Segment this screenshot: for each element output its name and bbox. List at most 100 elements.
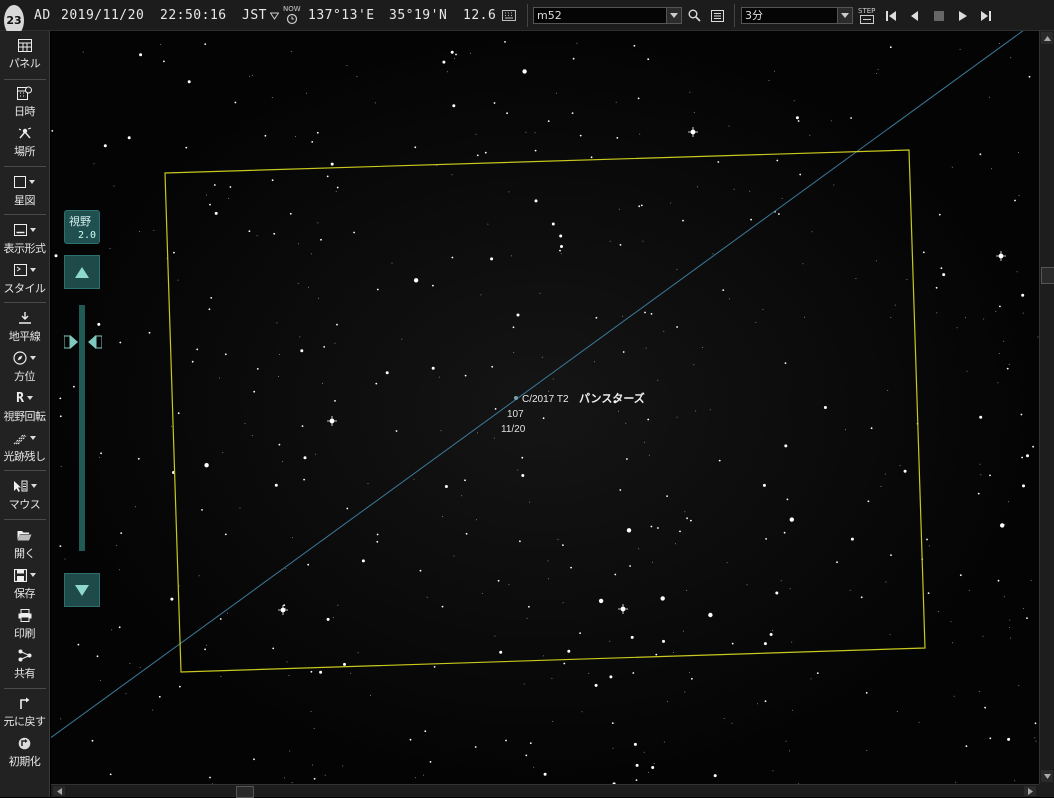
star [367,483,369,485]
star [966,370,968,372]
search-icon[interactable] [688,0,701,31]
sidebar-item-undo[interactable]: 元に戻す [0,693,49,731]
star [672,652,674,653]
location-icon [18,125,32,141]
star [464,479,466,482]
star [251,435,253,437]
sky-view[interactable]: C/2017 T2 パンスターズ 107 11/20 [51,31,1039,784]
search-dropdown-icon[interactable] [666,8,681,23]
star [955,781,957,783]
star [769,633,773,636]
comet-marker[interactable] [514,396,518,400]
star-chart-canvas[interactable]: C/2017 T2 パンスターズ 107 11/20 [51,31,1039,784]
latitude-display[interactable]: 35°19'N [389,0,447,31]
star [442,516,443,518]
star [576,42,578,44]
star [324,774,326,776]
now-button[interactable]: NOW [283,0,301,31]
vertical-scrollbar[interactable] [1039,31,1054,784]
star [1009,637,1011,639]
star [867,500,870,503]
scroll-left-icon[interactable] [53,786,65,796]
zoom-out-button[interactable] [64,573,100,607]
sidebar-item-display[interactable]: 表示形式 [0,220,49,258]
stop-icon[interactable] [931,8,947,23]
star [173,251,175,254]
star [1004,524,1006,525]
list-icon[interactable] [711,0,724,31]
timezone-display[interactable]: JST [242,0,267,31]
star [676,326,678,328]
sidebar-item-location[interactable]: 場所 [0,123,49,161]
sidebar-item-mouse[interactable]: マウス [0,476,49,514]
star [789,517,794,522]
step-dropdown-icon[interactable] [837,8,852,23]
scroll-down-icon[interactable] [1041,770,1053,782]
star [1022,312,1024,314]
star [804,316,805,318]
star [588,672,590,674]
star [353,231,355,234]
star [451,256,454,259]
keyboard-icon[interactable] [502,0,516,31]
sidebar-item-direction[interactable]: 方位 [0,348,49,386]
search-input[interactable]: m52 [533,7,682,24]
vertical-scroll-thumb[interactable] [1041,267,1054,284]
star [581,711,583,713]
date-display[interactable]: 2019/11/20 [61,0,144,31]
scroll-right-icon[interactable] [1024,786,1036,796]
sidebar-item-panel[interactable]: パネル [0,35,49,73]
star [559,249,561,252]
skip-back-icon[interactable] [883,8,899,23]
star [510,255,512,257]
compass-icon [13,350,36,366]
play-icon[interactable] [955,8,971,23]
star [191,360,194,363]
star [298,243,300,245]
longitude-display[interactable]: 137°13'E [308,0,375,31]
star [844,429,846,431]
sidebar-item-datetime[interactable]: 日時 [0,83,49,121]
star [253,758,255,761]
time-display[interactable]: 22:50:16 [160,0,227,31]
star [1006,367,1009,370]
sidebar-item-reset[interactable]: 初期化 [0,733,49,771]
comet-date: 11/20 [501,424,526,435]
sidebar-item-horizon[interactable]: 地平線 [0,308,49,346]
horizontal-scrollbar[interactable] [51,784,1039,798]
star [850,117,852,119]
step-back-icon[interactable] [906,8,922,23]
sidebar-item-share[interactable]: 共有 [0,645,49,683]
step-button[interactable]: STEP [858,0,875,31]
star [227,612,229,614]
star [633,742,637,746]
zoom-in-button[interactable] [64,255,100,289]
star [187,80,191,84]
sidebar-item-trail[interactable]: 光跡残し [0,428,49,466]
sidebar-item-rotate[interactable]: R 視野回転 [0,388,49,426]
star [663,741,665,743]
scroll-up-icon[interactable] [1041,32,1053,44]
star [306,92,307,94]
star [336,186,339,189]
magnitude-display[interactable]: 12.6 [463,0,496,31]
style-icon [13,262,36,278]
star [504,41,506,43]
star [424,730,427,733]
step-select[interactable]: 3分 [741,7,853,24]
save-icon [13,567,36,583]
fov-display[interactable]: 視野 2.0 [64,210,100,244]
sidebar-item-open[interactable]: 開く [0,525,49,563]
star [689,91,691,93]
sidebar-item-style[interactable]: スタイル [0,260,49,298]
sidebar-item-print[interactable]: 印刷 [0,605,49,643]
skip-forward-icon[interactable] [978,8,994,23]
star [291,782,293,784]
star [465,532,468,535]
timezone-dropdown-icon[interactable] [270,0,279,31]
sidebar-item-save[interactable]: 保存 [0,565,49,603]
horizontal-scroll-thumb[interactable] [236,786,254,798]
star [214,211,218,215]
zoom-slider-handle[interactable] [63,333,103,351]
sidebar-item-starmap[interactable]: 星図 [0,172,49,210]
